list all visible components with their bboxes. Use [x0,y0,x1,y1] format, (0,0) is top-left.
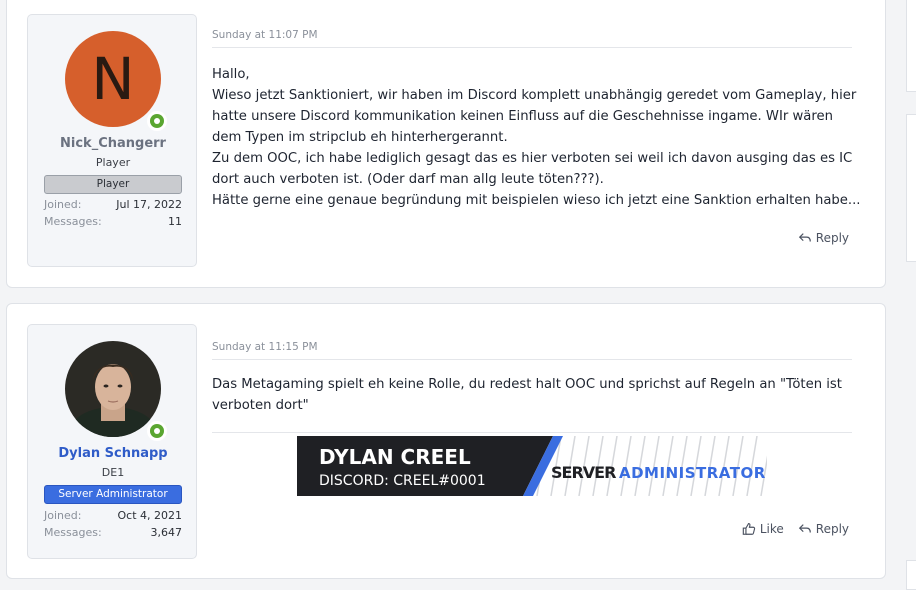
username[interactable]: Nick_Changerr [28,136,198,151]
signature-banner: DYLAN CREEL DISCORD: CREEL#0001 SERVER A… [297,436,767,496]
reply-label: Reply [815,231,849,245]
reply-button[interactable]: Reply [798,522,849,536]
reply-label: Reply [815,522,849,536]
user-title: DE1 [101,466,125,479]
messages-stat: Messages: 3,647 [44,526,182,539]
divider [212,47,852,48]
message-line: dem Typen im stripclub eh hinterhergeran… [212,130,508,145]
signature-role-admin: ADMINISTRATOR [619,464,766,482]
user-title: Player [95,156,131,169]
user-banner: Player [44,175,182,194]
reply-button[interactable]: Reply [798,231,849,245]
messages-value: 3,647 [150,526,183,539]
avatar-photo [65,341,161,437]
message-line: Zu dem OOC, ich habe lediglich gesagt da… [212,151,853,166]
messages-label: Messages: [44,526,102,539]
post-message: Hallo, Wieso jetzt Sanktioniert, wir hab… [212,64,861,211]
side-panel-edge [906,560,916,590]
post: Dylan Schnapp DE1 Server Administrator J… [6,303,886,579]
user-card: Dylan Schnapp DE1 Server Administrator J… [27,324,197,559]
post-actions: Reply [798,231,849,245]
joined-label: Joined: [44,198,82,211]
joined-label: Joined: [44,509,82,522]
message-line: Hallo, [212,67,250,82]
messages-value: 11 [168,215,182,228]
signature-image: DYLAN CREEL DISCORD: CREEL#0001 SERVER A… [297,436,767,496]
joined-value: Jul 17, 2022 [116,198,182,211]
reply-icon [798,524,811,533]
signature-discord: DISCORD: CREEL#0001 [319,473,486,489]
username[interactable]: Dylan Schnapp [28,446,198,461]
message-line: dort auch verboten ist. (Oder darf man a… [212,172,604,187]
reply-icon [798,233,811,242]
user-card: N Nick_Changerr Player Player Joined: Ju… [27,14,197,267]
side-panel-edge [906,0,916,92]
user-banner: Server Administrator [44,485,182,504]
message-line: hatte unsere Discord kommunikation keine… [212,109,833,124]
signature-role-server: SERVER [551,463,616,482]
joined-stat: Joined: Oct 4, 2021 [44,509,182,522]
divider [212,359,852,360]
avatar[interactable]: N [65,31,161,127]
post-timestamp[interactable]: Sunday at 11:15 PM [212,341,318,353]
online-status-icon [147,111,167,131]
message-line: verboten dort" [212,398,309,413]
side-panel-edge [906,114,916,262]
messages-label: Messages: [44,215,102,228]
post-message: Das Metagaming spielt eh keine Rolle, du… [212,374,852,416]
post: N Nick_Changerr Player Player Joined: Ju… [6,0,886,288]
thumbs-up-icon [742,523,755,535]
like-label: Like [759,522,784,536]
like-button[interactable]: Like [742,522,784,536]
message-line: Wieso jetzt Sanktioniert, wir haben im D… [212,88,857,103]
joined-value: Oct 4, 2021 [117,509,182,522]
message-line: Das Metagaming spielt eh keine Rolle, du… [212,377,842,392]
joined-stat: Joined: Jul 17, 2022 [44,198,182,211]
online-status-icon [147,421,167,441]
message-line: Hätte gerne eine genaue begründung mit b… [212,193,861,208]
post-actions: Like Reply [742,522,849,536]
post-timestamp[interactable]: Sunday at 11:07 PM [212,29,318,41]
messages-stat: Messages: 11 [44,215,182,228]
signature-name: DYLAN CREEL [319,445,471,469]
signature-divider [212,432,852,433]
avatar[interactable] [65,341,161,437]
